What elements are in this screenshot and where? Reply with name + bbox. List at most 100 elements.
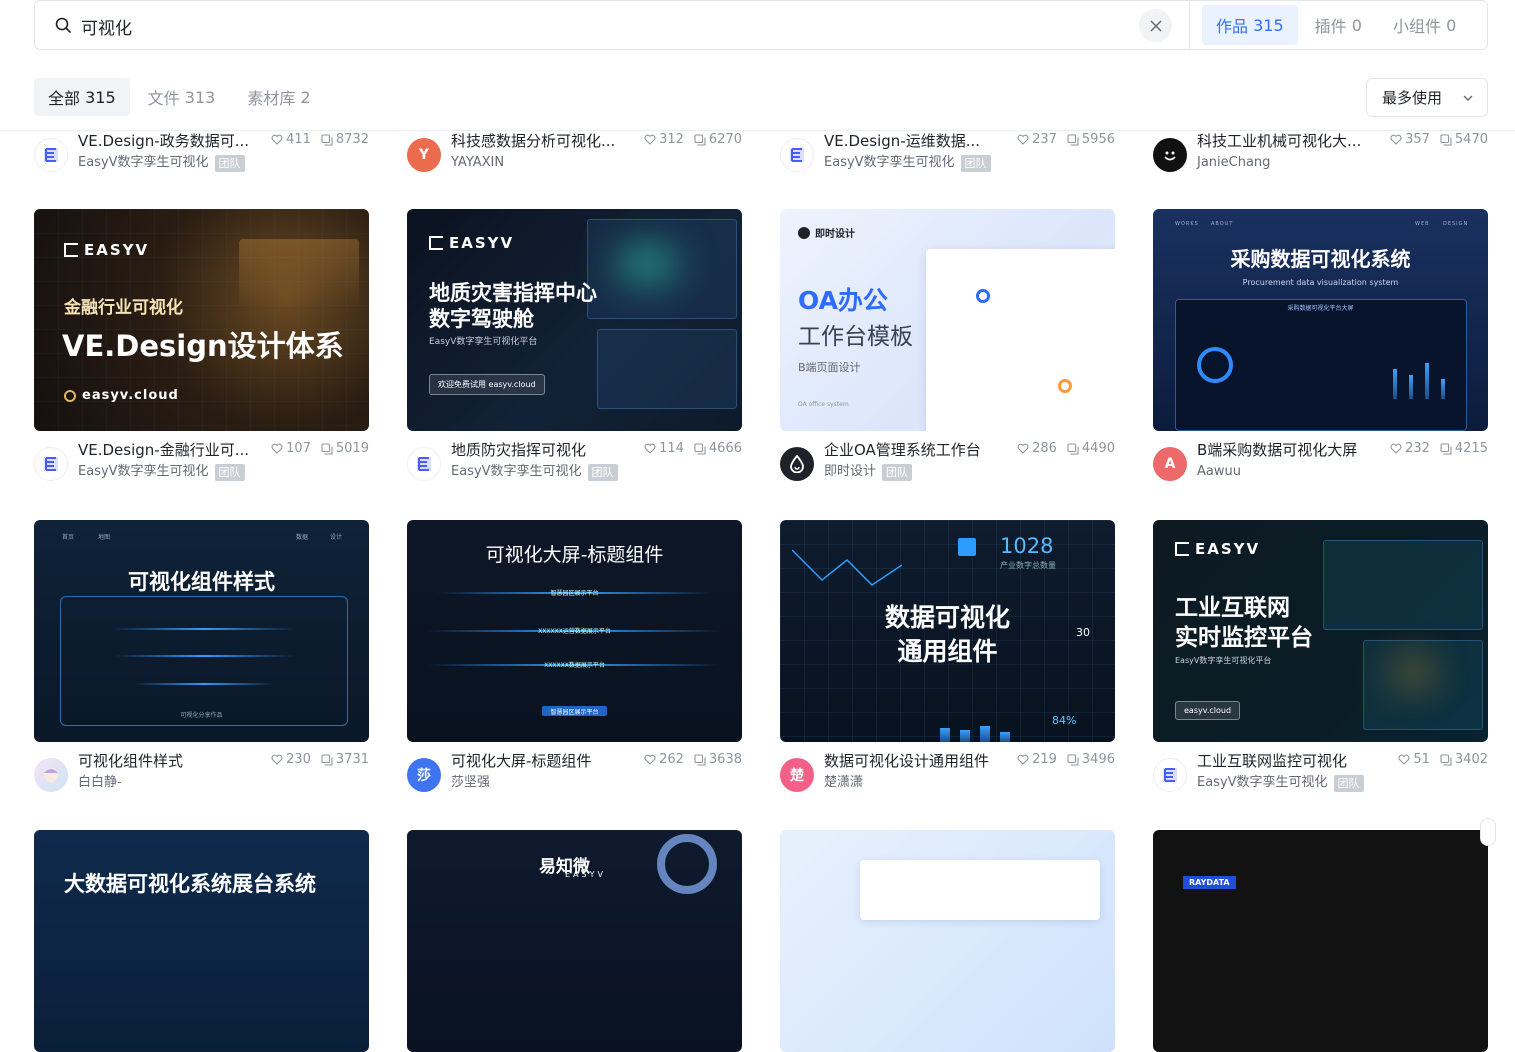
like-count[interactable]: 312 [644, 132, 684, 147]
search-input[interactable] [81, 13, 681, 39]
like-count[interactable]: 411 [271, 132, 311, 147]
avatar[interactable] [34, 447, 68, 481]
card-title[interactable]: 可视化组件样式 [78, 750, 258, 772]
use-count-icon [321, 133, 333, 146]
like-count[interactable]: 232 [1390, 441, 1430, 456]
avatar[interactable]: Y [407, 138, 441, 172]
floating-button[interactable] [1480, 818, 1496, 846]
author-name[interactable]: 楚潇潇 [824, 774, 863, 792]
team-badge: 团队 [587, 463, 618, 481]
author-name[interactable]: JanieChang [1197, 154, 1270, 172]
card-title[interactable]: 工业互联网监控可视化 [1197, 750, 1377, 772]
thumbnail[interactable]: 首页 地图 数据 设计 可视化组件样式 可视化分享作品 [34, 520, 369, 742]
card-title[interactable]: 科技工业机械可视化大... [1197, 130, 1377, 152]
thumbnail[interactable]: 1028 产业数字总数量 数据可视化 通用组件 30 84% [780, 520, 1115, 742]
search-icon [55, 17, 71, 33]
thumb-text: OA办公 [798, 286, 888, 315]
thumbnail[interactable]: 大数据可视化系统展台系统 [34, 830, 369, 1052]
heart-icon [271, 754, 283, 765]
card-title[interactable]: B端采购数据可视化大屏 [1197, 439, 1377, 461]
author-name[interactable]: EasyV数字孪生可视化 团队 [824, 154, 991, 172]
avatar[interactable] [780, 447, 814, 481]
card-stats: 107 5019 [261, 441, 369, 456]
type-tabs: 作品 315 插件 0 小组件 0 [1189, 1, 1473, 49]
thumbnail[interactable] [780, 830, 1115, 1052]
card-meta: VE.Design-运维数据... EasyV数字孪生可视化 团队 237 5956 [780, 130, 1115, 178]
card-title[interactable]: 数据可视化设计通用组件 [824, 750, 1004, 772]
use-count: 5019 [321, 441, 369, 456]
like-count[interactable]: 107 [271, 441, 311, 456]
like-count[interactable]: 286 [1017, 441, 1057, 456]
card-meta: VE.Design-金融行业可... EasyV数字孪生可视化 团队 107 5019 [34, 439, 369, 487]
thumbnail[interactable]: 易知微 EASYV [407, 830, 742, 1052]
thumbnail[interactable]: 即时设计 OA办公 工作台模板 B端页面设计 OA office system [780, 209, 1115, 431]
card-title[interactable]: 科技感数据分析可视化... [451, 130, 631, 152]
avatar[interactable]: 楚 [780, 758, 814, 792]
tab-works[interactable]: 作品 315 [1202, 5, 1298, 45]
author-name[interactable]: 莎坚强 [451, 774, 490, 792]
card-stats: 357 5470 [1380, 132, 1488, 147]
author-name[interactable]: EasyV数字孪生可视化 团队 [78, 463, 245, 481]
card-title[interactable]: 可视化大屏-标题组件 [451, 750, 631, 772]
clear-search-button[interactable] [1139, 9, 1172, 42]
like-count[interactable]: 51 [1398, 752, 1430, 767]
card-title[interactable]: VE.Design-金融行业可... [78, 439, 258, 461]
use-count: 3731 [321, 752, 369, 767]
author-name[interactable]: EasyV数字孪生可视化 团队 [451, 463, 618, 481]
thumbnail[interactable]: EASYV 工业互联网 实时监控平台 EasyV数字孪生可视化平台 easyv.… [1153, 520, 1488, 742]
like-count[interactable]: 114 [644, 441, 684, 456]
avatar[interactable] [407, 447, 441, 481]
author-name[interactable]: Aawuu [1197, 463, 1241, 481]
card-stats: 262 3638 [634, 752, 742, 767]
thumbnail[interactable]: 可视化大屏-标题组件 智慧园区展示平台 XXXXXX运营数据展示平台 XXXXX… [407, 520, 742, 742]
avatar[interactable] [34, 138, 68, 172]
filter-assets[interactable]: 素材库 2 [233, 78, 324, 116]
avatar[interactable]: 莎 [407, 758, 441, 792]
card-title[interactable]: 地质防灾指挥可视化 [451, 439, 631, 461]
thumbnail[interactable]: EASYV 地质灾害指挥中心 数字驾驶舱 EasyV数字孪生可视化平台 欢迎免费… [407, 209, 742, 431]
avatar[interactable] [780, 138, 814, 172]
avatar[interactable] [1153, 758, 1187, 792]
card-title[interactable]: 企业OA管理系统工作台 [824, 439, 1004, 461]
filter-files[interactable]: 文件 313 [134, 78, 230, 116]
easyv-logo-icon [1163, 768, 1177, 782]
tab-widgets[interactable]: 小组件 0 [1379, 5, 1470, 45]
tab-plugins[interactable]: 插件 0 [1301, 5, 1376, 45]
like-count[interactable]: 219 [1017, 752, 1057, 767]
avatar[interactable] [1153, 138, 1187, 172]
thumb-text: VE.Design设计体系 [62, 329, 344, 363]
like-count[interactable]: 237 [1017, 132, 1057, 147]
like-count[interactable]: 262 [644, 752, 684, 767]
author-name[interactable]: 白白静- [78, 774, 122, 792]
chevron-down-icon [1463, 95, 1473, 101]
thumbnail[interactable]: WORKS ABOUT WEB DESIGN 采购数据可视化系统 Procure… [1153, 209, 1488, 431]
card-stats: 51 3402 [1388, 752, 1488, 767]
sort-select[interactable]: 最多使用 [1366, 78, 1488, 117]
avatar-initial: 莎 [417, 768, 431, 784]
team-badge: 团队 [960, 154, 991, 172]
card-title[interactable]: VE.Design-政务数据可... [78, 130, 258, 152]
author-name[interactable]: YAYAXIN [451, 154, 504, 172]
avatar[interactable]: A [1153, 447, 1187, 481]
thumbnail[interactable]: EASYV 金融行业可视化 VE.Design设计体系 easyv.cloud [34, 209, 369, 431]
like-count[interactable]: 357 [1390, 132, 1430, 147]
drop-icon [790, 455, 804, 473]
card-stats: 286 4490 [1007, 441, 1115, 456]
author-name[interactable]: EasyV数字孪生可视化 团队 [78, 154, 245, 172]
use-count: 4490 [1067, 441, 1115, 456]
use-count: 5956 [1067, 132, 1115, 147]
card-meta: A B端采购数据可视化大屏 Aawuu 232 4215 [1153, 439, 1488, 487]
thumbnail[interactable]: RAYDATA [1153, 830, 1488, 1052]
author-name[interactable]: EasyV数字孪生可视化 团队 [1197, 774, 1364, 792]
filter-all[interactable]: 全部 315 [34, 78, 130, 116]
card-title[interactable]: VE.Design-运维数据... [824, 130, 1004, 152]
heart-icon [644, 443, 656, 454]
author-name[interactable]: 即时设计 团队 [824, 463, 913, 481]
use-count-icon [1067, 442, 1079, 455]
avatar-initial: Y [418, 147, 430, 163]
card-meta: 可视化组件样式白白静- 230 3731 [34, 750, 369, 798]
card-meta: 莎 可视化大屏-标题组件莎坚强 262 3638 [407, 750, 742, 798]
avatar[interactable] [34, 758, 68, 792]
sort-label: 最多使用 [1382, 89, 1443, 107]
like-count[interactable]: 230 [271, 752, 311, 767]
